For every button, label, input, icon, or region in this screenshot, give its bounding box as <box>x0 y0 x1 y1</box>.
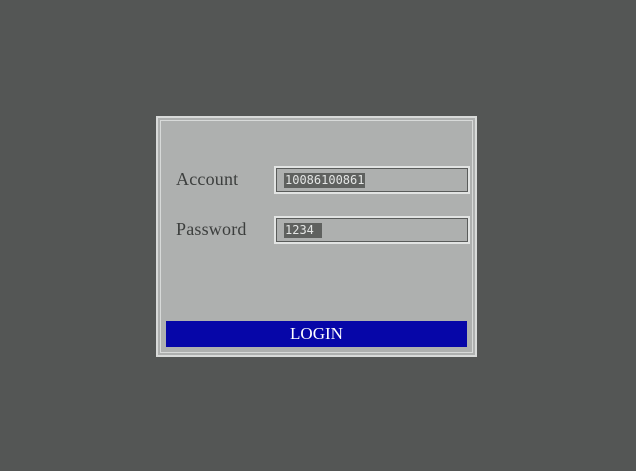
account-field[interactable]: 10086100861 <box>274 166 470 194</box>
account-label: Account <box>176 169 239 189</box>
login-button[interactable]: LOGIN <box>166 321 467 347</box>
password-field[interactable]: 1234 <box>274 216 470 244</box>
password-label: Password <box>176 219 247 239</box>
password-value[interactable]: 1234 <box>284 223 323 238</box>
account-value[interactable]: 10086100861 <box>284 173 366 188</box>
login-dialog: Account 10086100861 Password 1234 LOGIN <box>156 116 477 357</box>
